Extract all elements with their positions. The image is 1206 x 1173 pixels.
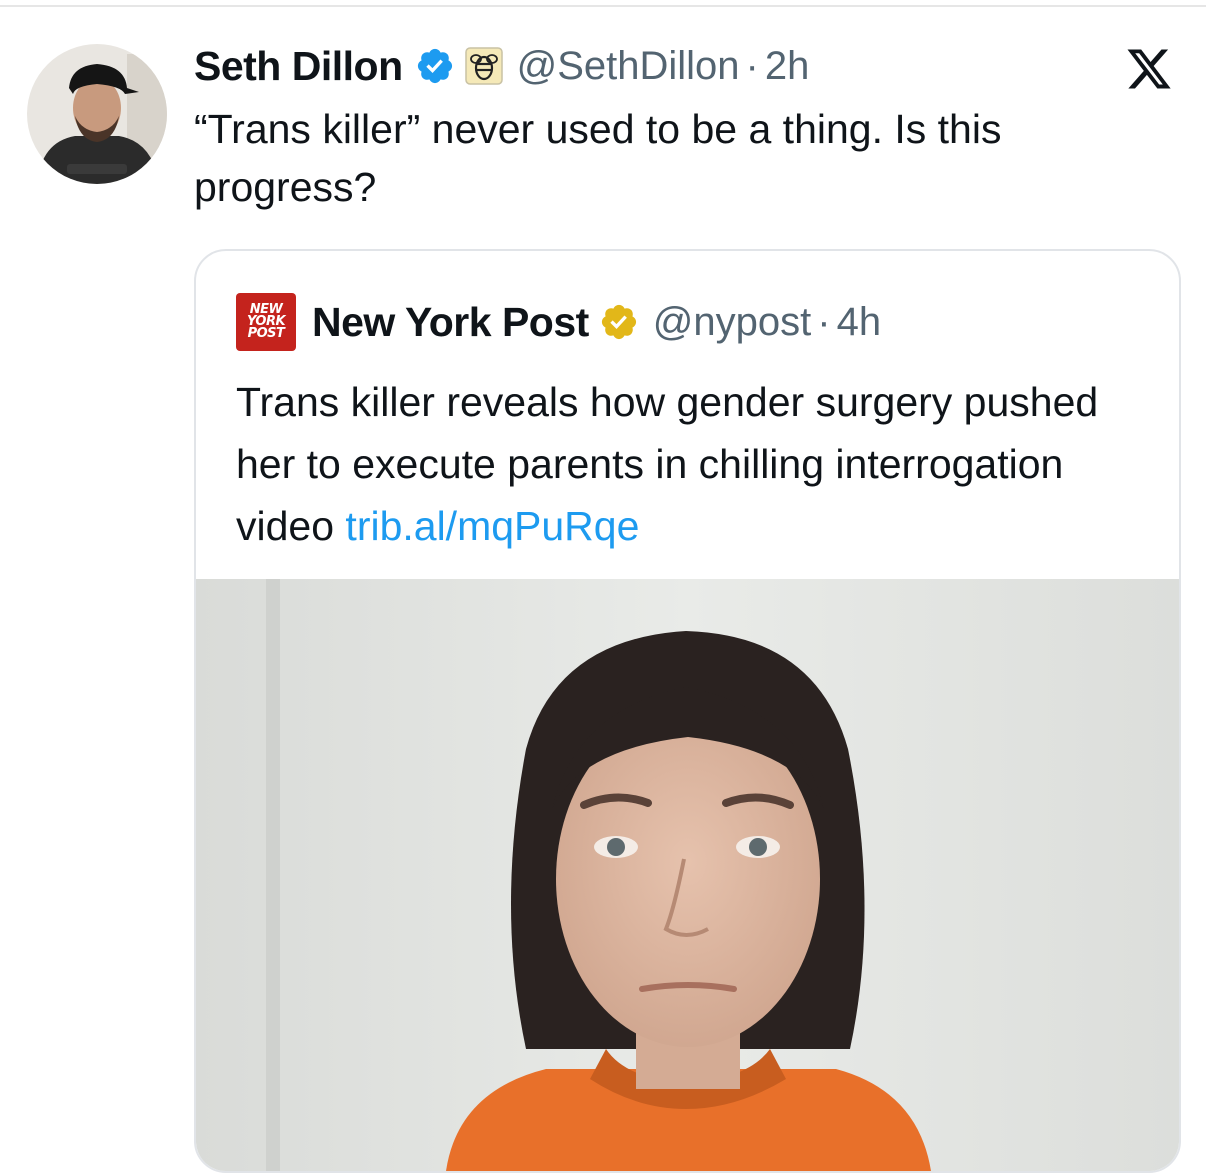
top-divider — [0, 5, 1206, 7]
nypost-logo-icon[interactable]: NEW YORK POST — [236, 293, 296, 351]
x-logo-icon — [1124, 45, 1174, 93]
separator-dot: · — [745, 43, 759, 88]
quote-media-image[interactable] — [196, 579, 1179, 1171]
tweet-header: Seth Dillon @SethDillon · 2h — [194, 40, 809, 92]
person-avatar-icon — [27, 44, 167, 184]
author-handle[interactable]: @SethDillon — [517, 44, 740, 89]
babylon-bee-badge-icon[interactable] — [464, 47, 503, 85]
verified-badge-icon — [415, 46, 455, 86]
quote-text: Trans killer reveals how gender surgery … — [236, 371, 1156, 557]
quote-timestamp[interactable]: 4h — [837, 300, 882, 345]
quote-author-handle[interactable]: @nypost — [653, 300, 811, 345]
author-name[interactable]: Seth Dillon — [194, 43, 403, 90]
quote-tweet-card[interactable]: NEW YORK POST New York Post @nypost · 4h… — [194, 249, 1181, 1173]
verified-gold-badge-icon — [599, 302, 639, 342]
tweet-text: “Trans killer” never used to be a thing.… — [194, 106, 1002, 210]
nypost-logo-line: POST — [247, 326, 285, 341]
separator-dot: · — [817, 299, 831, 344]
tweet-timestamp[interactable]: 2h — [765, 44, 810, 89]
quote-link[interactable]: trib.al/mqPuRqe — [345, 503, 639, 549]
author-avatar[interactable] — [27, 44, 167, 184]
portrait-photo-icon — [196, 579, 1179, 1171]
quote-header: NEW YORK POST New York Post @nypost · 4h — [236, 293, 881, 351]
quote-author-name[interactable]: New York Post — [312, 299, 589, 346]
